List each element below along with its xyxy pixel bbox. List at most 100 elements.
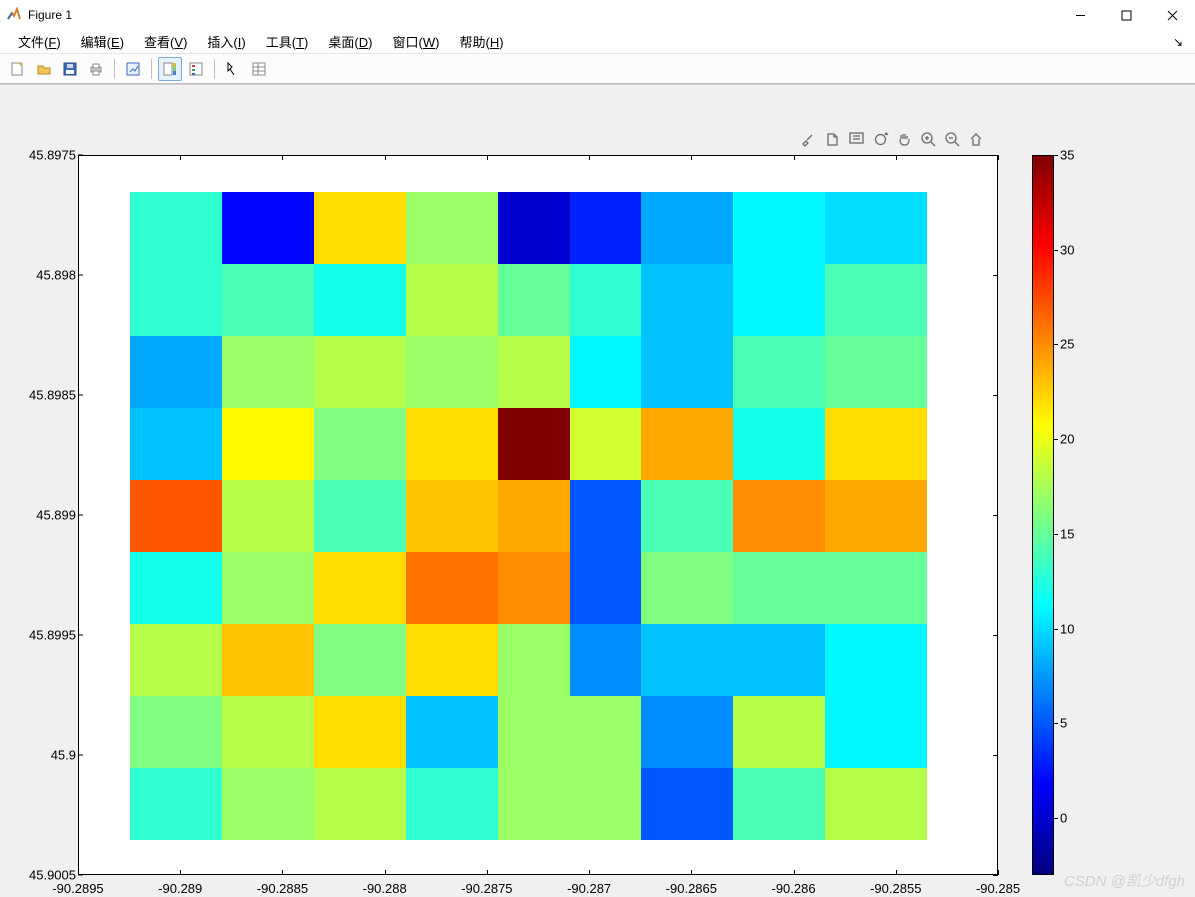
x-tick-label: -90.2885 <box>257 881 308 896</box>
export-icon[interactable] <box>822 129 842 149</box>
heatmap-cell <box>314 552 416 624</box>
heatmap-cell <box>406 408 508 480</box>
x-tick-label: -90.2865 <box>666 881 717 896</box>
brush-icon[interactable] <box>798 129 818 149</box>
link-axes-button[interactable] <box>121 57 145 81</box>
heatmap-cell <box>733 264 835 336</box>
minimize-button[interactable] <box>1057 0 1103 30</box>
heatmap-cell <box>641 696 743 768</box>
colorbar-tick-label: 0 <box>1060 811 1067 826</box>
heatmap-cell <box>406 552 508 624</box>
heatmap-cell <box>641 624 743 696</box>
heatmap-cell <box>641 480 743 552</box>
x-tick-label: -90.2875 <box>461 881 512 896</box>
colorbar-tick-label: 30 <box>1060 242 1074 257</box>
axes-toolbar <box>798 129 986 149</box>
toolbar <box>0 54 1195 84</box>
heatmap-cell <box>406 264 508 336</box>
heatmap-cell <box>641 192 743 264</box>
toolbar-separator <box>214 59 215 79</box>
pan-icon[interactable] <box>894 129 914 149</box>
rotate-icon[interactable] <box>870 129 890 149</box>
window-controls <box>1057 0 1195 30</box>
menu-desktop[interactable]: 桌面(D) <box>318 30 382 53</box>
maximize-button[interactable] <box>1103 0 1149 30</box>
heatmap-cell <box>130 192 232 264</box>
colorbar-tick-label: 20 <box>1060 432 1074 447</box>
axes[interactable] <box>78 155 998 875</box>
colorbar-tick-label: 15 <box>1060 526 1074 541</box>
zoom-in-icon[interactable] <box>918 129 938 149</box>
heatmap-cell <box>314 480 416 552</box>
y-tick-label: 45.8995 <box>6 628 76 643</box>
heatmap-cell <box>825 192 927 264</box>
heatmap-cell <box>733 336 835 408</box>
title-bar: Figure 1 <box>0 0 1195 30</box>
heatmap-cell <box>130 624 232 696</box>
menu-window[interactable]: 窗口(W) <box>382 30 449 53</box>
zoom-out-icon[interactable] <box>942 129 962 149</box>
heatmap-cell <box>825 696 927 768</box>
heatmap-cell <box>641 408 743 480</box>
heatmap-cell <box>222 408 324 480</box>
open-property-inspector-button[interactable] <box>247 57 271 81</box>
heatmap-cell <box>222 264 324 336</box>
heatmap-cell <box>406 696 508 768</box>
heatmap-cell <box>733 552 835 624</box>
heatmap-cell <box>406 336 508 408</box>
y-tick-label: 45.8975 <box>6 148 76 163</box>
x-tick-label: -90.286 <box>772 881 816 896</box>
menu-help[interactable]: 帮助(H) <box>449 30 513 53</box>
heatmap-cell <box>222 552 324 624</box>
heatmap-cell <box>314 768 416 840</box>
heatmap-cell <box>825 552 927 624</box>
restore-view-icon[interactable] <box>966 129 986 149</box>
heatmap-cell <box>130 696 232 768</box>
insert-legend-button[interactable] <box>184 57 208 81</box>
heatmap-cell <box>130 480 232 552</box>
menu-tools[interactable]: 工具(T) <box>256 30 319 53</box>
open-button[interactable] <box>32 57 56 81</box>
edit-plot-button[interactable] <box>221 57 245 81</box>
heatmap-cell <box>130 552 232 624</box>
insert-colorbar-button[interactable] <box>158 57 182 81</box>
x-tick-label: -90.288 <box>363 881 407 896</box>
heatmap-cell <box>130 408 232 480</box>
y-tick-label: 45.9 <box>6 748 76 763</box>
heatmap-cell <box>222 624 324 696</box>
x-tick-label: -90.285 <box>976 881 1020 896</box>
print-button[interactable] <box>84 57 108 81</box>
heatmap-cell <box>314 408 416 480</box>
heatmap-cell <box>641 336 743 408</box>
menu-view[interactable]: 查看(V) <box>134 30 197 53</box>
menu-edit[interactable]: 编辑(E) <box>71 30 134 53</box>
heatmap-cell <box>406 624 508 696</box>
colorbar-tick-label: 5 <box>1060 716 1067 731</box>
menu-chevron-icon[interactable]: ↘ <box>1173 35 1183 49</box>
heatmap-cell <box>733 624 835 696</box>
heatmap-cell <box>641 768 743 840</box>
heatmap-cell <box>825 264 927 336</box>
save-button[interactable] <box>58 57 82 81</box>
heatmap-cell <box>130 264 232 336</box>
menu-bar: 文件(F) 编辑(E) 查看(V) 插入(I) 工具(T) 桌面(D) 窗口(W… <box>0 30 1195 54</box>
new-figure-button[interactable] <box>6 57 30 81</box>
figure-canvas: 45.897545.89845.898545.89945.899545.945.… <box>0 84 1195 897</box>
heatmap-cell <box>825 624 927 696</box>
heatmap-cell <box>733 696 835 768</box>
menu-file[interactable]: 文件(F) <box>8 30 71 53</box>
heatmap-cell <box>825 408 927 480</box>
heatmap-cell <box>314 264 416 336</box>
datatip-icon[interactable] <box>846 129 866 149</box>
heatmap-cell <box>314 624 416 696</box>
colorbar-tick-label: 10 <box>1060 621 1074 636</box>
y-tick-label: 45.899 <box>6 508 76 523</box>
heatmap-cell <box>825 336 927 408</box>
close-button[interactable] <box>1149 0 1195 30</box>
colorbar[interactable] <box>1032 155 1054 875</box>
menu-insert[interactable]: 插入(I) <box>197 30 255 53</box>
heatmap-cell <box>733 480 835 552</box>
heatmap-cell <box>406 768 508 840</box>
watermark: CSDN @凯少dfgh <box>1064 870 1185 891</box>
x-tick-label: -90.289 <box>158 881 202 896</box>
